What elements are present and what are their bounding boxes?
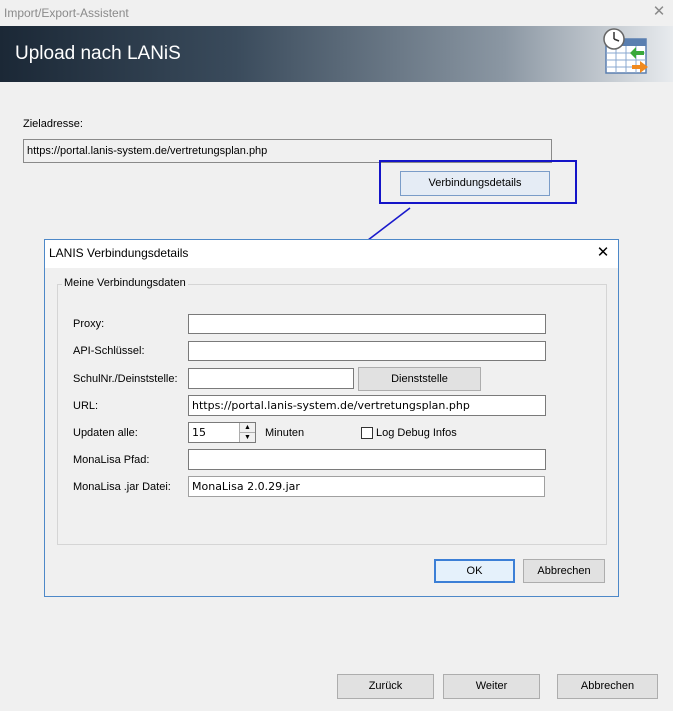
window-title: Import/Export-Assistent [4,6,129,20]
log-debug-checkbox[interactable] [361,427,373,439]
update-interval-label: Updaten alle: [73,427,138,439]
minutes-label: Minuten [265,427,305,439]
monalisa-jar-label: MonaLisa .jar Datei: [73,481,171,493]
monalisa-path-label: MonaLisa Pfad: [73,454,150,466]
url-field[interactable]: https://portal.lanis-system.de/vertretun… [188,395,546,416]
spin-up-icon[interactable]: ▲ [240,423,255,433]
spin-down-icon[interactable]: ▼ [240,433,255,442]
proxy-label: Proxy: [73,318,105,330]
update-interval-spin[interactable]: ▲ ▼ [239,423,255,442]
dialog-cancel-button[interactable]: Abbrechen [523,559,605,583]
school-number-label: SchulNr./Deinststelle: [73,373,178,385]
dialog-title: LANIS Verbindungsdetails [49,246,189,260]
url-label: URL: [73,400,99,412]
cancel-button[interactable]: Abbrechen [557,674,658,699]
monalisa-jar-field[interactable]: MonaLisa 2.0.29.jar [188,476,545,497]
next-button[interactable]: Weiter [443,674,540,699]
calendar-clock-export-icon [603,28,648,74]
connection-details-button[interactable]: Verbindungsdetails [400,171,550,196]
dialog-close-icon[interactable]: ✕ [593,244,613,262]
window-close-icon[interactable]: ✕ [651,3,667,21]
back-button[interactable]: Zurück [337,674,434,699]
banner-title: Upload nach LANiS [15,43,181,64]
monalisa-path-field[interactable] [188,449,546,470]
ok-button[interactable]: OK [434,559,515,583]
proxy-field[interactable] [188,314,546,334]
log-debug-label: Log Debug Infos [376,427,457,439]
api-key-field[interactable] [188,341,546,361]
school-number-field[interactable] [188,368,354,389]
group-title: Meine Verbindungsdaten [62,277,188,289]
api-key-label: API-Schlüssel: [73,345,145,357]
office-button[interactable]: Dienststelle [358,367,481,391]
target-address-label: Zieladresse: [23,118,83,130]
